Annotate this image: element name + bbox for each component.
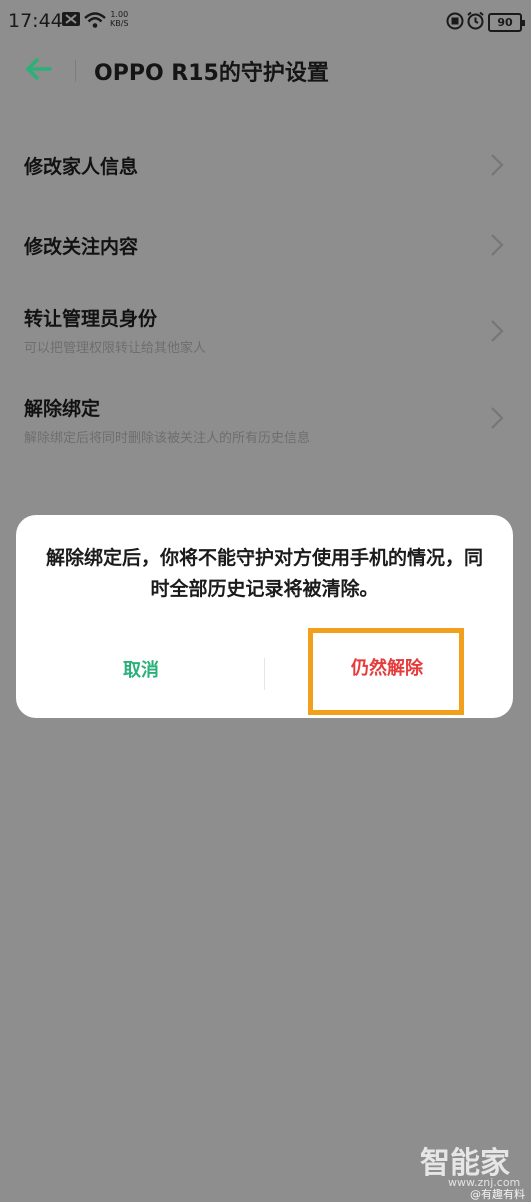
button-divider <box>264 658 265 690</box>
chevron-right-icon <box>490 233 504 257</box>
status-time: 17:44 <box>8 10 63 32</box>
settings-item-subtitle: 可以把管理权限转让给其他家人 <box>24 341 207 356</box>
arrow-left-icon <box>26 58 52 80</box>
wifi-icon <box>84 12 106 32</box>
page-title: OPPO R15的守护设置 <box>94 61 329 86</box>
settings-item-label: 修改关注内容 <box>24 236 139 258</box>
unbind-confirm-dialog: 解除绑定后，你将不能守护对方使用手机的情况，同时全部历史记录将被清除。 取消 仍… <box>16 515 513 718</box>
dialog-message: 解除绑定后，你将不能守护对方使用手机的情况，同时全部历史记录将被清除。 <box>46 547 484 600</box>
chevron-right-icon <box>490 406 504 430</box>
message-icon <box>62 11 80 31</box>
chevron-right-icon <box>490 153 504 177</box>
settings-item-label: 解除绑定 <box>24 398 101 420</box>
settings-item-label: 修改家人信息 <box>24 156 139 178</box>
battery-icon: 90 <box>488 13 525 32</box>
chevron-right-icon <box>490 319 504 343</box>
network-speed-value: 1.00 <box>110 10 129 19</box>
settings-item-unbind[interactable]: 解除绑定 解除绑定后将同时删除该被关注人的所有历史信息 <box>0 382 531 452</box>
settings-item-subtitle: 解除绑定后将同时删除该被关注人的所有历史信息 <box>24 431 311 446</box>
network-speed-unit: KB/S <box>110 19 129 28</box>
nfc-icon <box>446 12 464 34</box>
settings-item-transfer-admin[interactable]: 转让管理员身份 可以把管理权限转让给其他家人 <box>0 292 531 362</box>
settings-item-edit-watch-content[interactable]: 修改关注内容 <box>0 218 531 272</box>
header-divider <box>75 60 76 82</box>
cancel-button[interactable]: 取消 <box>56 647 226 695</box>
settings-item-edit-family-info[interactable]: 修改家人信息 <box>0 138 531 192</box>
alarm-icon <box>466 11 485 34</box>
back-button[interactable] <box>22 54 58 84</box>
network-speed: 1.00 KB/S <box>110 10 129 28</box>
status-bar: 17:44 1.00 KB/S 90 <box>0 0 531 42</box>
app-header: OPPO R15的守护设置 <box>0 42 531 98</box>
highlight-annotation-box <box>308 628 464 715</box>
settings-item-label: 转让管理员身份 <box>24 308 158 330</box>
